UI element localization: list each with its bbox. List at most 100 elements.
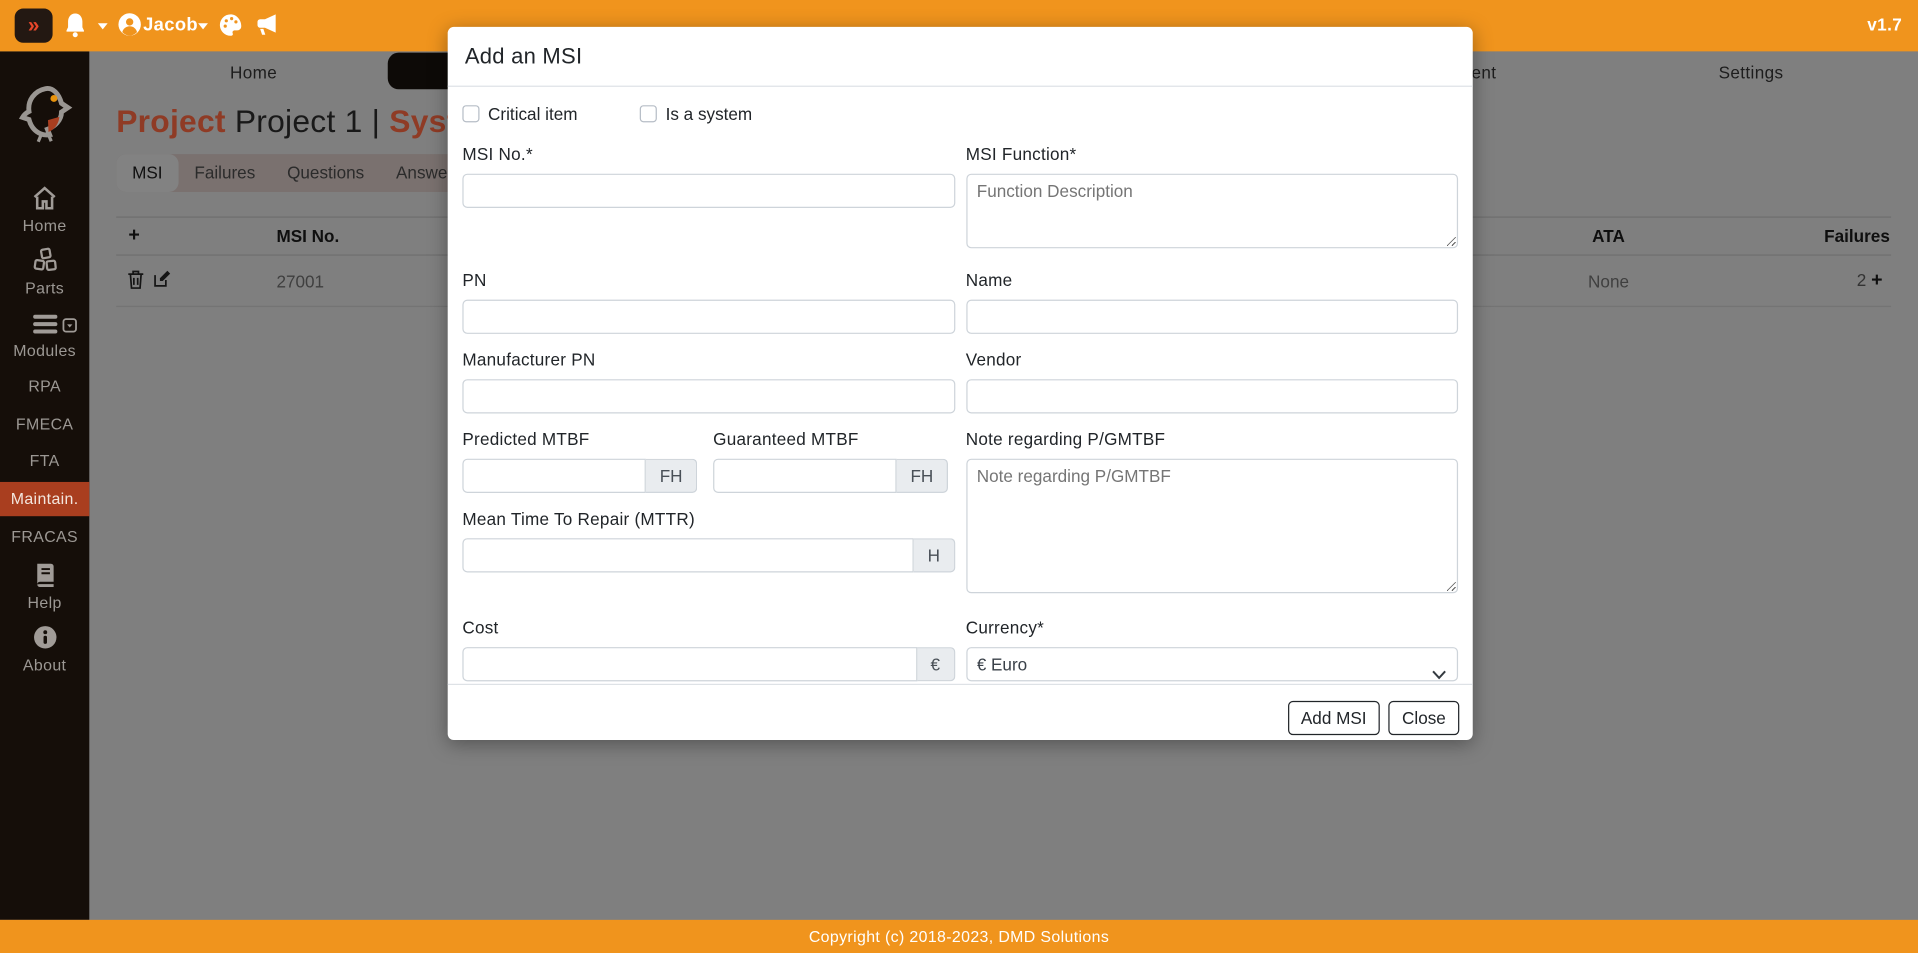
sidebar-item-label: About (0, 656, 89, 674)
page-title: Project Project 1 | System (116, 103, 504, 141)
nav-item-partial[interactable]: ent (1472, 62, 1497, 82)
pn-label: PN (462, 270, 954, 290)
currency-group: Currency* € Euro (966, 618, 1458, 682)
palette-icon[interactable] (218, 12, 244, 44)
msi-no-input[interactable] (462, 174, 954, 208)
msi-function-textarea[interactable] (966, 174, 1458, 249)
sidebar-item-help[interactable]: Help (0, 561, 89, 611)
sidebar-item-modules[interactable]: Modules (0, 313, 89, 359)
manufacturer-pn-input[interactable] (462, 379, 954, 413)
footer-bar: Copyright (c) 2018-2023, DMD Solutions (0, 920, 1918, 953)
critical-item-label[interactable]: Critical item (488, 104, 577, 124)
guaranteed-mtbf-unit: FH (897, 459, 948, 493)
cell-msi-no: 27001 (276, 271, 324, 291)
sidebar-expand-toggle[interactable]: » (15, 9, 53, 43)
checkbox-row: Critical item Is a system (462, 104, 1458, 124)
guaranteed-mtbf-label: Guaranteed MTBF (713, 429, 948, 449)
modal-footer: Add MSI Close (448, 684, 1473, 751)
sidebar-item-label: FRACAS (11, 527, 78, 545)
copyright-text: Copyright (c) 2018-2023, DMD Solutions (809, 927, 1109, 945)
collapse-square-icon[interactable] (62, 318, 77, 336)
sidebar-item-home[interactable]: Home (0, 186, 89, 235)
sidebar-item-label: Parts (0, 279, 89, 297)
sidebar-item-label: Maintain. (11, 489, 79, 507)
add-msi-icon[interactable]: + (128, 225, 139, 247)
sidebar-item-maintain-active[interactable]: Maintain. (0, 482, 89, 516)
parts-icon (31, 247, 58, 273)
tab-failures[interactable]: Failures (178, 154, 271, 192)
robin-logo (0, 81, 89, 151)
manufacturer-pn-group: Manufacturer PN (462, 350, 954, 414)
user-avatar-icon[interactable] (117, 12, 141, 43)
nav-item-settings[interactable]: Settings (1719, 62, 1784, 82)
app-version: v1.7 (1867, 15, 1902, 35)
is-a-system-label[interactable]: Is a system (666, 104, 753, 124)
sidebar-item-label: Modules (0, 341, 89, 359)
is-a-system-checkbox[interactable] (640, 105, 657, 122)
sidebar: Home Parts Modules RPA FMECA FTA Maintai… (0, 51, 89, 919)
modal-header: Add an MSI (448, 27, 1473, 87)
sidebar-item-fta[interactable]: FTA (0, 451, 89, 469)
vendor-input[interactable] (966, 379, 1458, 413)
mttr-input[interactable] (462, 538, 914, 572)
name-label: Name (966, 270, 1458, 290)
predicted-mtbf-input[interactable] (462, 459, 646, 493)
tab-msi[interactable]: MSI (116, 154, 178, 192)
modal-title: Add an MSI (465, 44, 1453, 70)
cost-input[interactable] (462, 647, 917, 681)
cell-ata: None (1560, 271, 1658, 291)
pn-input[interactable] (462, 300, 954, 334)
tab-questions[interactable]: Questions (271, 154, 380, 192)
sidebar-item-fmeca[interactable]: FMECA (0, 415, 89, 433)
note-textarea[interactable] (966, 459, 1458, 594)
sidebar-item-about[interactable]: About (0, 625, 89, 674)
msi-function-label: MSI Function* (966, 144, 1458, 164)
cost-group: Cost € (462, 618, 954, 682)
pn-group: PN (462, 270, 954, 334)
user-name[interactable]: Jacob (143, 15, 198, 36)
critical-item-checkbox[interactable] (462, 105, 479, 122)
vendor-group: Vendor (966, 350, 1458, 414)
name-group: Name (966, 270, 1458, 334)
user-caret-down-icon[interactable] (198, 23, 208, 29)
msi-no-label: MSI No.* (462, 144, 954, 164)
mttr-label: Mean Time To Repair (MTTR) (462, 509, 954, 529)
msi-function-group: MSI Function* (966, 144, 1458, 254)
cost-label: Cost (462, 618, 954, 638)
column-header-msi-no: MSI No. (276, 226, 339, 246)
add-msi-modal: Add an MSI Critical item Is a system MSI… (448, 27, 1473, 740)
bell-caret-down-icon[interactable] (98, 23, 108, 29)
add-failure-icon[interactable]: + (1871, 270, 1882, 291)
page-title-project-name: Project 1 (235, 103, 363, 140)
sidebar-item-label: RPA (28, 377, 61, 395)
name-input[interactable] (966, 300, 1458, 334)
sidebar-item-rpa[interactable]: RPA (0, 377, 89, 395)
edit-icon[interactable] (153, 269, 171, 292)
add-msi-button[interactable]: Add MSI (1287, 701, 1380, 735)
delete-icon[interactable] (127, 269, 144, 292)
close-button[interactable]: Close (1389, 701, 1460, 735)
help-book-icon (33, 561, 56, 587)
cell-failures: 2 + (1857, 270, 1883, 292)
mttr-unit: H (914, 538, 955, 572)
cost-currency-symbol: € (917, 647, 955, 681)
double-chevron-icon: » (28, 13, 40, 36)
sidebar-item-label: Home (0, 217, 89, 235)
is-a-system-checkbox-group: Is a system (640, 104, 752, 124)
sidebar-item-fracas[interactable]: FRACAS (0, 527, 89, 545)
bell-icon[interactable] (64, 12, 87, 44)
note-group: Note regarding P/GMTBF (966, 429, 1458, 599)
sidebar-item-parts[interactable]: Parts (0, 247, 89, 297)
column-header-failures: Failures (1824, 226, 1890, 246)
column-header-ata: ATA (1560, 226, 1658, 246)
nav-item-home[interactable]: Home (230, 62, 277, 82)
sidebar-item-label: Help (0, 593, 89, 611)
currency-select[interactable]: € Euro (966, 647, 1458, 681)
msi-no-group: MSI No.* (462, 144, 954, 254)
guaranteed-mtbf-input[interactable] (713, 459, 897, 493)
note-label: Note regarding P/GMTBF (966, 429, 1458, 449)
megaphone-icon[interactable] (252, 12, 280, 44)
failures-count: 2 (1857, 270, 1867, 290)
page-title-project-word: Project (116, 103, 226, 140)
page-title-separator: | (372, 103, 381, 140)
